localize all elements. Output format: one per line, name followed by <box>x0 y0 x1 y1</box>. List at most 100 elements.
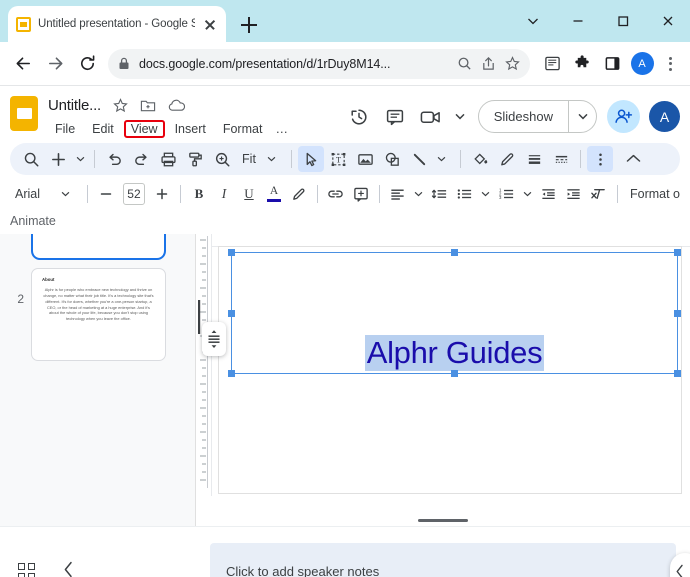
move-to-folder-icon[interactable] <box>140 98 156 113</box>
decrease-indent-icon[interactable] <box>537 181 561 207</box>
decrease-font-size-icon[interactable] <box>94 181 118 207</box>
comment-icon[interactable] <box>380 102 410 132</box>
collapse-toolbar-icon[interactable] <box>620 146 646 172</box>
user-avatar[interactable]: A <box>649 101 680 132</box>
numbered-list-icon[interactable]: 123 <box>495 181 519 207</box>
increase-font-size-icon[interactable] <box>150 181 174 207</box>
document-title[interactable]: Untitle... <box>48 97 101 114</box>
fill-color-icon[interactable] <box>467 146 493 172</box>
close-icon[interactable] <box>645 0 690 42</box>
speaker-notes-pane[interactable]: Click to add speaker notes <box>210 543 676 577</box>
line-spacing-widget-icon[interactable] <box>202 322 226 356</box>
menu-view[interactable]: View <box>123 120 165 138</box>
puzzle-icon[interactable] <box>568 50 596 78</box>
star-icon[interactable] <box>505 56 520 71</box>
vertical-ruler[interactable] <box>196 234 212 496</box>
new-tab-icon[interactable] <box>236 12 262 38</box>
horizontal-ruler[interactable] <box>212 234 690 247</box>
menu-edit[interactable]: Edit <box>85 120 121 138</box>
kebab-menu-icon[interactable] <box>658 51 682 77</box>
maximize-icon[interactable] <box>600 0 645 42</box>
chevron-left-icon[interactable] <box>63 561 74 577</box>
clear-formatting-icon[interactable] <box>587 181 611 207</box>
cloud-saved-icon[interactable] <box>168 99 186 112</box>
sidepanel-icon[interactable] <box>598 50 626 78</box>
resize-handle-top-left[interactable] <box>228 249 235 256</box>
slideshow-button[interactable]: Slideshow <box>477 100 597 133</box>
line-spacing-icon[interactable] <box>428 181 452 207</box>
back-arrow-icon[interactable] <box>8 49 38 79</box>
version-history-icon[interactable] <box>344 102 374 132</box>
highlight-pen-icon[interactable] <box>287 181 311 207</box>
notes-resize-grip[interactable] <box>418 519 468 522</box>
redo-icon[interactable] <box>128 146 154 172</box>
resize-handle-top-right[interactable] <box>674 249 681 256</box>
more-options-icon[interactable] <box>587 146 613 172</box>
lock-icon[interactable] <box>118 57 130 70</box>
add-comment-icon[interactable] <box>349 181 373 207</box>
border-color-icon[interactable] <box>494 146 520 172</box>
video-camera-icon[interactable] <box>416 102 446 132</box>
resize-handle-bottom-center[interactable] <box>451 370 458 377</box>
slide-filmstrip[interactable]: 2 About Alphr is for people who embrace … <box>0 234 196 526</box>
selected-text-box[interactable]: Alphr Guides <box>228 249 681 377</box>
minimize-icon[interactable] <box>555 0 600 42</box>
bold-button[interactable]: B <box>187 181 211 207</box>
grid-view-icon[interactable] <box>18 563 35 577</box>
new-slide-icon[interactable] <box>45 146 71 172</box>
slide-canvas[interactable]: Alphr Guides <box>218 246 682 494</box>
resize-handle-bottom-right[interactable] <box>674 370 681 377</box>
text-color-button[interactable]: A <box>262 181 286 207</box>
slide-text[interactable]: Alphr Guides <box>364 335 545 371</box>
italic-button[interactable]: I <box>212 181 236 207</box>
line-icon[interactable] <box>406 146 432 172</box>
select-tool-icon[interactable] <box>298 146 324 172</box>
close-icon[interactable] <box>202 16 218 32</box>
shape-icon[interactable] <box>379 146 405 172</box>
meet-chevron-down-icon[interactable] <box>452 104 468 130</box>
list-item[interactable]: 2 About Alphr is for people who embrace … <box>0 268 195 361</box>
browser-tab[interactable]: Untitled presentation - Google S <box>8 6 226 42</box>
font-name-select[interactable]: Arial <box>10 187 57 201</box>
line-chevron-down-icon[interactable] <box>433 146 449 172</box>
star-icon[interactable] <box>113 97 128 113</box>
profile-avatar[interactable]: A <box>628 50 656 78</box>
list-item[interactable] <box>0 234 195 262</box>
bulleted-list-icon[interactable] <box>453 181 477 207</box>
align-left-icon[interactable] <box>386 181 410 207</box>
font-size-input[interactable]: 52 <box>122 183 145 205</box>
new-slide-chevron-down-icon[interactable] <box>72 146 88 172</box>
zoom-chevron-down-icon[interactable] <box>263 146 279 172</box>
format-options-button[interactable]: Format o <box>624 187 680 201</box>
border-weight-icon[interactable] <box>521 146 547 172</box>
reload-icon[interactable] <box>72 49 102 79</box>
reading-list-icon[interactable] <box>538 50 566 78</box>
google-slides-logo[interactable] <box>10 96 38 131</box>
resize-handle-top-center[interactable] <box>451 249 458 256</box>
paint-format-icon[interactable] <box>182 146 208 172</box>
menu-insert[interactable]: Insert <box>168 120 213 138</box>
zoom-fit-label[interactable]: Fit <box>236 146 262 172</box>
slide-thumbnail-1[interactable] <box>31 234 166 260</box>
resize-handle-middle-left[interactable] <box>228 309 235 317</box>
link-icon[interactable] <box>324 181 348 207</box>
search-icon[interactable] <box>18 146 44 172</box>
underline-button[interactable]: U <box>237 181 261 207</box>
resize-handle-bottom-left[interactable] <box>228 370 235 377</box>
bulleted-list-chevron-down-icon[interactable] <box>478 181 494 207</box>
border-dash-icon[interactable] <box>548 146 574 172</box>
add-person-icon[interactable] <box>607 100 640 133</box>
font-chevron-down-icon[interactable] <box>58 181 74 207</box>
menu-format[interactable]: Format <box>216 120 270 138</box>
search-icon[interactable] <box>457 56 472 71</box>
print-icon[interactable] <box>155 146 181 172</box>
increase-indent-icon[interactable] <box>562 181 586 207</box>
menu-file[interactable]: File <box>48 120 82 138</box>
numbered-list-chevron-down-icon[interactable] <box>520 181 536 207</box>
insert-image-icon[interactable] <box>352 146 378 172</box>
align-chevron-down-icon[interactable] <box>411 181 427 207</box>
animate-label[interactable]: Animate <box>10 214 56 228</box>
chevron-down-icon[interactable] <box>510 0 555 42</box>
slideshow-chevron-down-icon[interactable] <box>568 101 596 132</box>
text-box-icon[interactable]: T <box>325 146 351 172</box>
